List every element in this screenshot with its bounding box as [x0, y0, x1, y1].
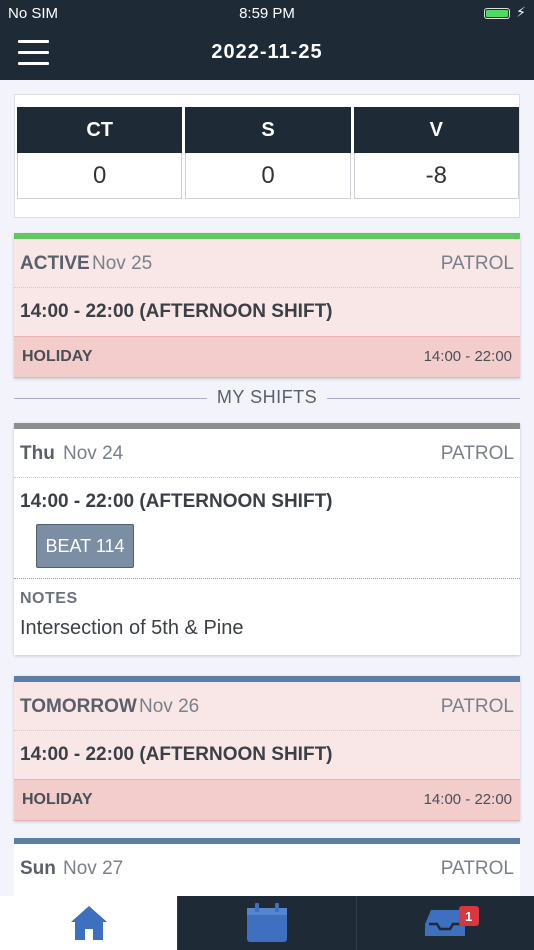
shift-time: 14:00 - 22:00 (AFTERNOON SHIFT) [20, 301, 333, 322]
shift-status: ACTIVE [20, 253, 90, 274]
holiday-row: HOLIDAY 14:00 - 22:00 [14, 779, 520, 821]
shift-time: 14:00 - 22:00 (AFTERNOON SHIFT) [20, 744, 333, 765]
shift-role: PATROL [440, 696, 514, 717]
notes-label: NOTES [20, 590, 78, 607]
notes-divider [14, 578, 520, 579]
shift-day: TOMORROW [20, 696, 137, 717]
my-shifts-divider: MY SHIFTS [14, 385, 520, 411]
summary-col-ct: CT 0 [17, 107, 183, 199]
home-icon [70, 906, 107, 940]
holiday-time: 14:00 - 22:00 [423, 791, 512, 808]
summary-value: -8 [353, 153, 519, 199]
shift-card[interactable]: Sun Nov 27 PATROL [14, 838, 520, 896]
notes-text: Intersection of 5th & Pine [20, 617, 244, 639]
summary-value: 0 [185, 153, 351, 199]
shift-card[interactable]: TOMORROW Nov 26 PATROL 14:00 - 22:00 (AF… [14, 676, 520, 821]
shift-role: PATROL [440, 443, 514, 464]
clock: 8:59 PM [239, 5, 295, 22]
shift-role: PATROL [440, 858, 514, 879]
summary-value: 0 [17, 153, 183, 199]
shift-time: 14:00 - 22:00 (AFTERNOON SHIFT) [20, 491, 333, 512]
summary-col-s: S 0 [185, 107, 351, 199]
beat-button[interactable]: BEAT 114 [36, 524, 134, 568]
holiday-row: HOLIDAY 14:00 - 22:00 [14, 336, 520, 378]
shift-card[interactable]: Thu Nov 24 PATROL 14:00 - 22:00 (AFTERNO… [14, 423, 520, 655]
shift-date: Nov 25 [92, 253, 153, 274]
tab-calendar[interactable] [177, 896, 355, 950]
shift-date: Nov 24 [63, 443, 124, 464]
holiday-label: HOLIDAY [22, 791, 93, 808]
holiday-label: HOLIDAY [22, 348, 93, 365]
page-title: 2022-11-25 [211, 41, 323, 63]
nav-bar: 2022-11-25 [0, 28, 534, 80]
calendar-icon [246, 903, 287, 942]
shift-day: Thu [20, 443, 55, 464]
tab-bar: 1 [0, 896, 534, 950]
summary-header: S [185, 107, 351, 153]
summary-header: CT [17, 107, 183, 153]
shift-date: Nov 27 [63, 858, 124, 879]
holiday-time: 14:00 - 22:00 [423, 348, 512, 365]
summary-col-v: V -8 [353, 107, 519, 199]
charging-icon: ⚡ [516, 4, 526, 20]
tab-inbox[interactable]: 1 [355, 896, 534, 950]
unread-badge: 1 [458, 906, 479, 926]
shift-date: Nov 26 [139, 696, 200, 717]
summary-header: V [353, 107, 519, 153]
active-shift-card[interactable]: ACTIVE Nov 25 PATROL 14:00 - 22:00 (AFTE… [14, 233, 520, 378]
tab-home[interactable] [0, 896, 178, 950]
balance-summary: CT 0 S 0 V -8 [14, 94, 520, 218]
shift-role: PATROL [440, 253, 514, 274]
status-bar: No SIM 8:59 PM ⚡ [0, 0, 534, 28]
battery-icon [484, 8, 510, 19]
shift-day: Sun [20, 858, 56, 879]
section-title: MY SHIFTS [216, 387, 318, 407]
